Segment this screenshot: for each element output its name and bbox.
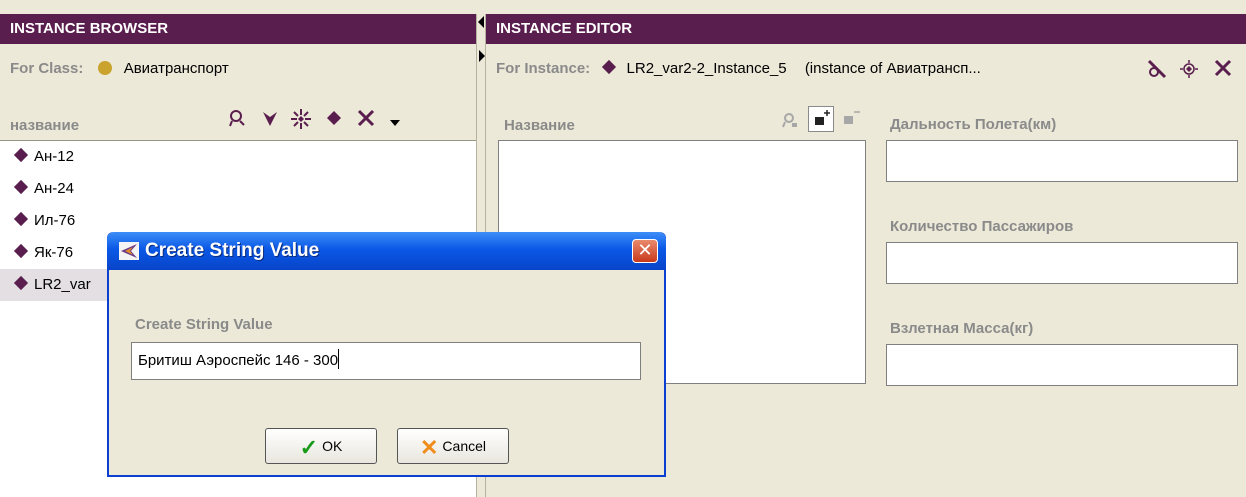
instance-of-text: (instance of Авиатрансп... <box>804 60 981 77</box>
cancel-label: Cancel <box>442 438 487 454</box>
class-icon <box>97 61 112 75</box>
for-instance-row: For Instance: LR2_var2-2_Instance_5 (ins… <box>496 52 981 86</box>
dialog-titlebar[interactable]: Create String Value ✕ <box>107 232 666 270</box>
list-item-label: Ан-12 <box>34 148 74 165</box>
takeoff-mass-field[interactable] <box>886 344 1238 386</box>
list-item-label: LR2_var <box>34 276 91 293</box>
class-name: Авиатранспорт <box>123 60 229 77</box>
for-class-label: For Class: <box>10 60 84 77</box>
list-item[interactable]: Ан-12 <box>0 141 476 173</box>
instance-icon <box>602 59 617 75</box>
cancel-x-icon: ✕ <box>419 435 439 460</box>
checkmark-icon: ✓ <box>299 435 319 460</box>
string-value-input[interactable]: Бритиш Аэроспейс 146 - 300 <box>131 342 641 380</box>
close-icon: ✕ <box>637 240 653 261</box>
cancel-button[interactable]: ✕ Cancel <box>397 428 509 464</box>
find-icon[interactable] <box>226 108 250 133</box>
add-value-button[interactable] <box>808 106 834 132</box>
instance-browser-header: INSTANCE BROWSER <box>0 14 476 44</box>
app-icon <box>119 242 139 260</box>
delete-icon[interactable] <box>354 108 378 133</box>
list-item-label: Ил-76 <box>34 212 76 229</box>
list-item[interactable]: Ан-24 <box>0 173 476 205</box>
collapse-left-icon[interactable] <box>478 16 484 28</box>
instance-icon <box>13 211 29 227</box>
instance-browser-title: INSTANCE BROWSER <box>10 20 169 37</box>
instance-icon <box>13 275 29 291</box>
instance-icon <box>13 243 29 259</box>
text-caret <box>338 349 340 369</box>
close-icon[interactable] <box>1210 58 1236 83</box>
ok-button[interactable]: ✓ OK <box>265 428 377 464</box>
instance-icon <box>13 147 29 163</box>
remove-value-icon[interactable] <box>840 108 862 133</box>
instance-editor-title: INSTANCE EDITOR <box>496 20 633 37</box>
string-value-text: Бритиш Аэроспейс 146 - 300 <box>138 352 339 369</box>
instance-name: LR2_var2-2_Instance_5 <box>626 60 787 77</box>
dialog-field-label: Create String Value <box>135 316 273 333</box>
instance-options-icon[interactable] <box>1176 58 1202 85</box>
diamond-icon[interactable] <box>322 108 346 133</box>
ok-label: OK <box>322 438 343 454</box>
dialog-close-button[interactable]: ✕ <box>632 239 658 263</box>
name-column-header: Название <box>504 117 575 134</box>
instance-icon <box>13 179 29 195</box>
passengers-field[interactable] <box>886 242 1238 284</box>
references-icon[interactable] <box>1144 58 1170 85</box>
create-string-value-dialog: Create String Value ✕ Create String Valu… <box>107 232 666 477</box>
create-instance-icon[interactable] <box>258 108 282 133</box>
field-label-range: Дальность Полета(км) <box>890 116 1057 133</box>
field-label-takeoff-mass: Взлетная Масса(кг) <box>890 320 1034 337</box>
field-label-passengers: Количество Пассажиров <box>890 218 1074 235</box>
list-item-label: Як-76 <box>34 244 74 261</box>
add-value-icon <box>815 110 830 125</box>
instances-column-header: название <box>10 117 80 134</box>
range-field[interactable] <box>886 140 1238 182</box>
dropdown-icon[interactable] <box>386 110 404 134</box>
find-value-icon[interactable] <box>780 110 800 134</box>
dialog-title: Create String Value <box>145 240 320 261</box>
for-instance-label: For Instance: <box>496 60 591 77</box>
list-item-label: Ан-24 <box>34 180 74 197</box>
instance-editor-header: INSTANCE EDITOR <box>486 14 1246 44</box>
multi-select-icon[interactable] <box>288 108 314 135</box>
collapse-right-icon[interactable] <box>479 50 485 62</box>
for-class-row: For Class: Авиатранспорт <box>10 52 229 86</box>
